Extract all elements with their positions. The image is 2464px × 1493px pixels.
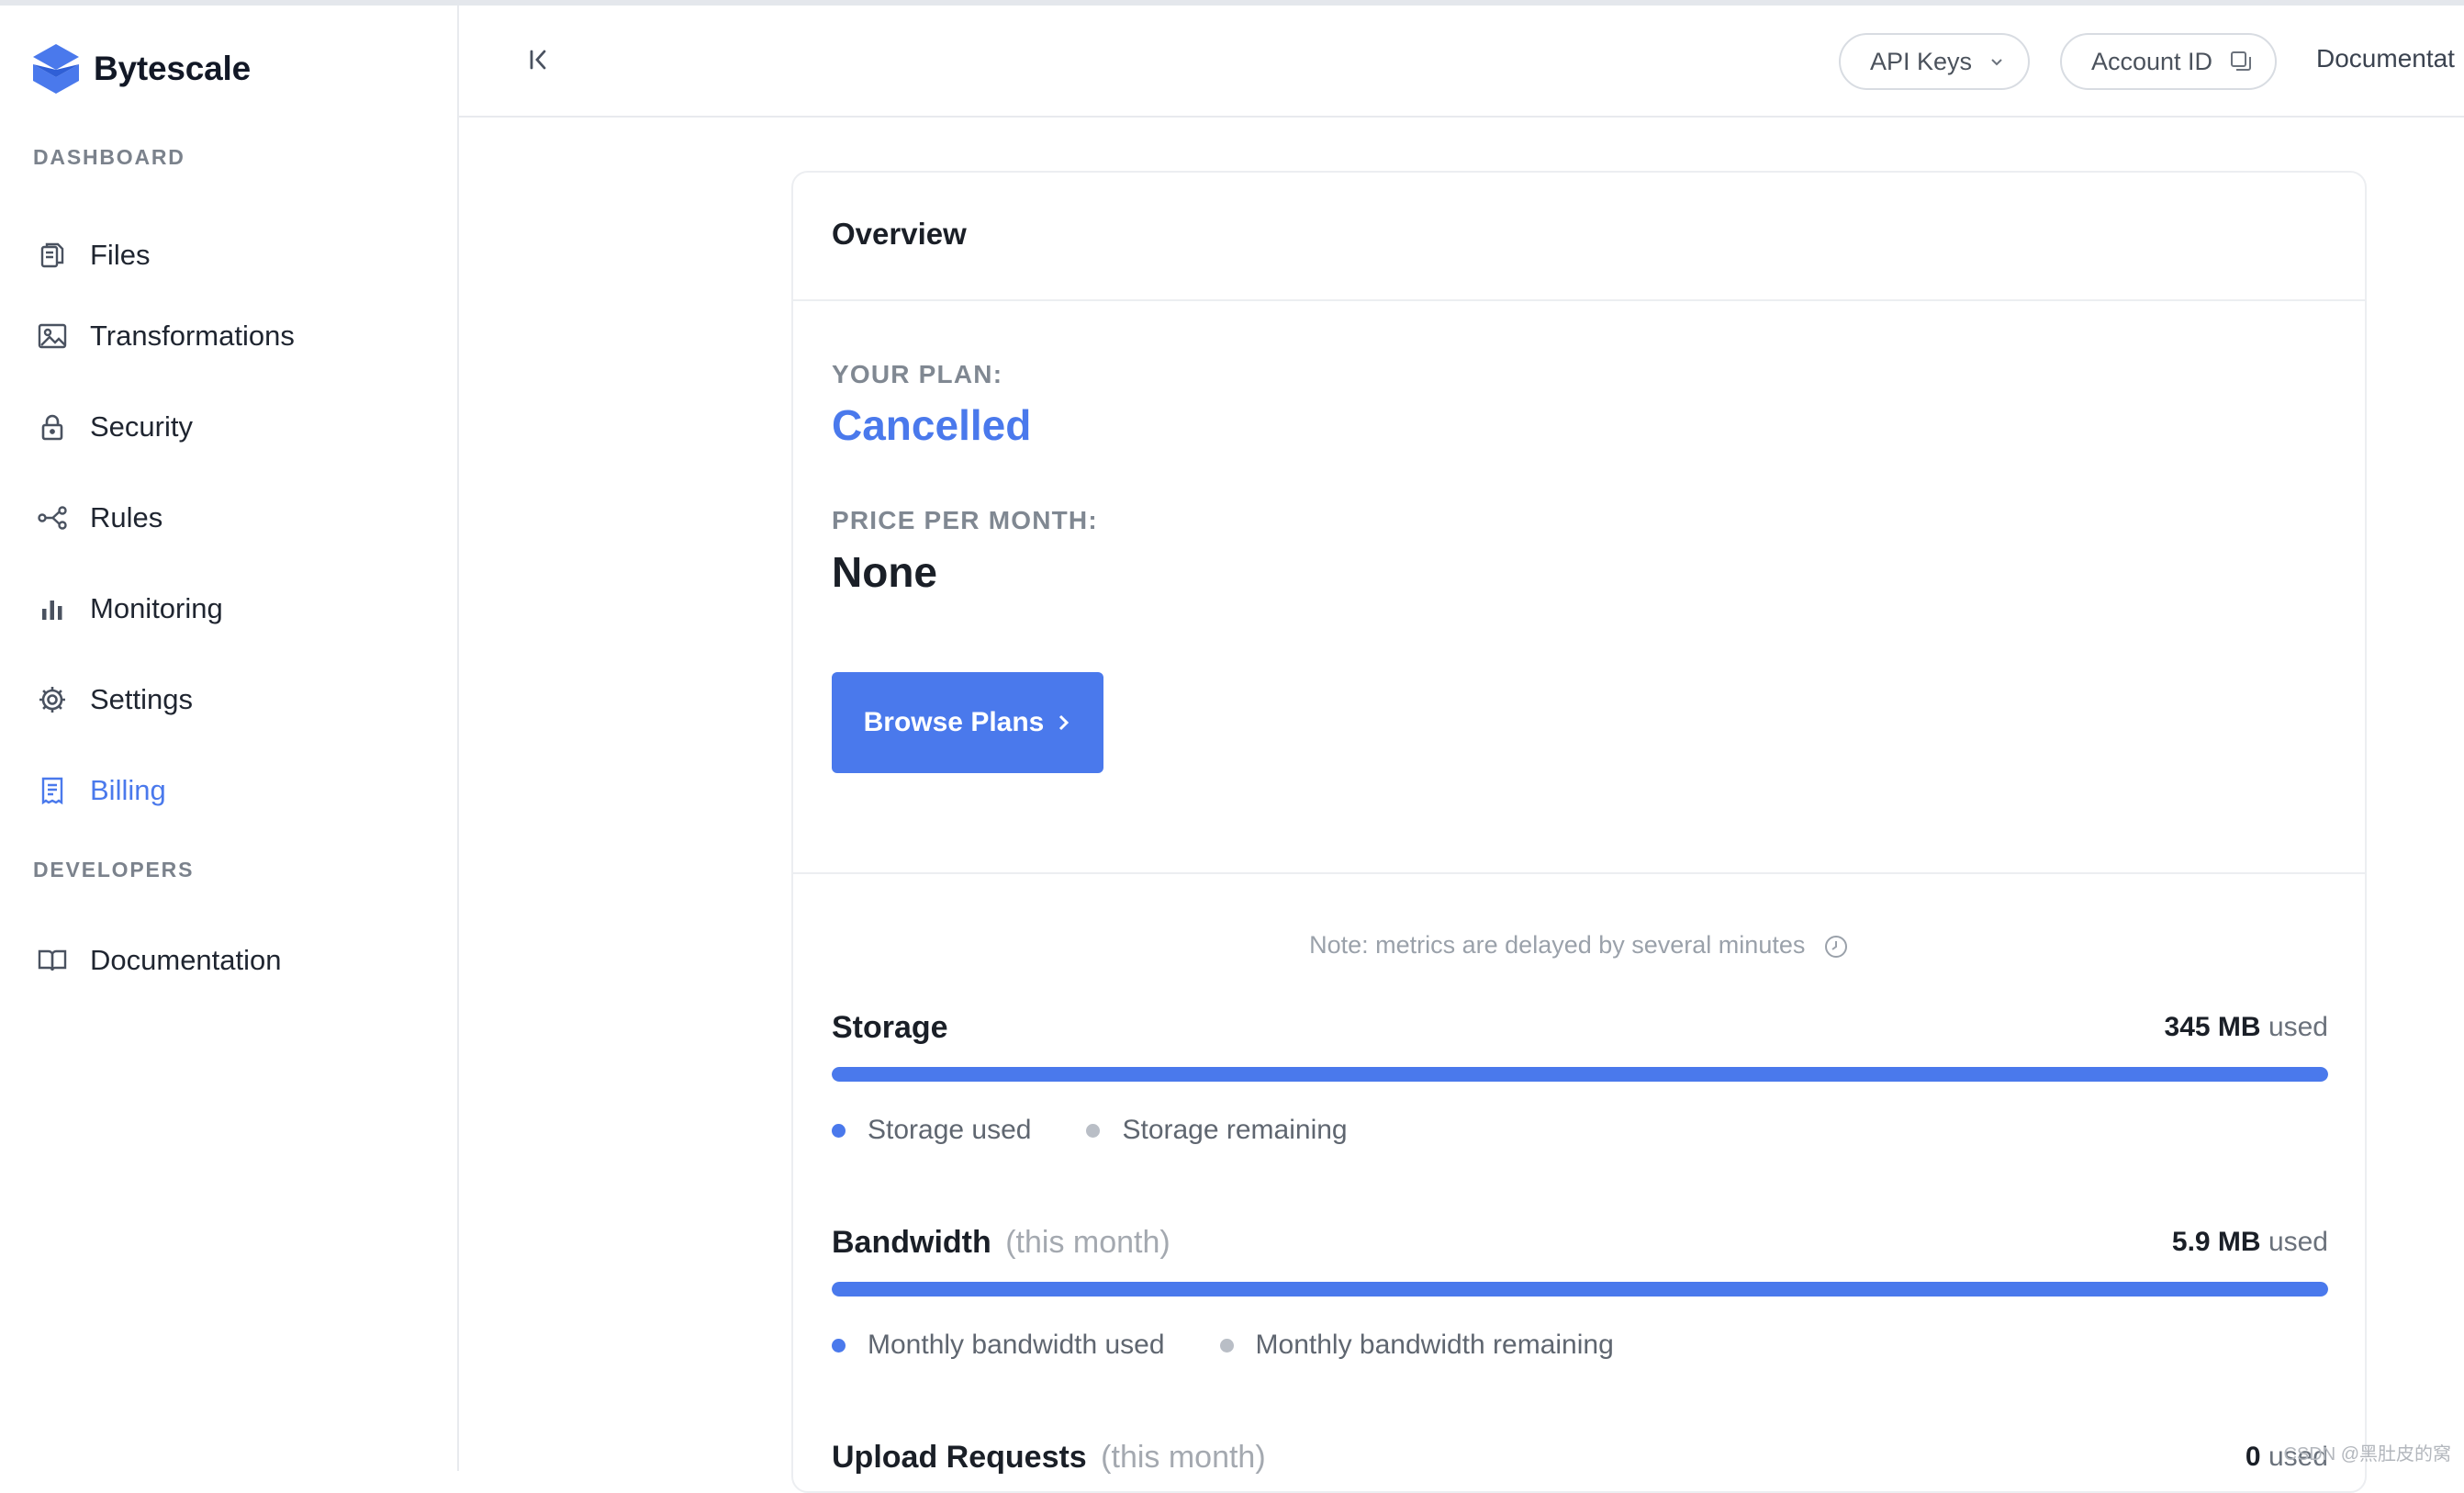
remaining-dot-icon — [1219, 1338, 1234, 1353]
copy-icon — [2231, 51, 2252, 71]
chevron-down-icon — [1991, 59, 2002, 66]
sidebar-item-files[interactable]: Files — [37, 228, 431, 283]
sidebar-item-label: Documentation — [90, 944, 282, 976]
metrics-note-text: Note: metrics are delayed by several min… — [1309, 931, 1806, 959]
api-keys-dropdown[interactable]: API Keys — [1839, 33, 2030, 90]
chevron-right-icon — [1059, 714, 1070, 731]
gear-icon — [37, 684, 68, 715]
price-label: PRICE PER MONTH: — [832, 506, 1098, 534]
brand-name: Bytescale — [94, 50, 251, 87]
bandwidth-legend: Monthly bandwidth used Monthly bandwidth… — [832, 1330, 1669, 1361]
account-id-button[interactable]: Account ID — [2060, 33, 2277, 90]
legend-label: Monthly bandwidth used — [868, 1330, 1165, 1360]
sidebar-item-monitoring[interactable]: Monitoring — [37, 581, 431, 636]
bandwidth-title: Bandwidth (this month) — [832, 1225, 1170, 1261]
storage-used-value: 345 MB — [2164, 1012, 2261, 1042]
storage-title: Storage — [832, 1010, 948, 1046]
receipt-icon — [37, 775, 68, 806]
bandwidth-progress-bar — [832, 1282, 2328, 1297]
legend-label: Storage remaining — [1122, 1115, 1348, 1145]
bandwidth-used-value: 5.9 MB — [2171, 1227, 2261, 1257]
remaining-dot-icon — [1086, 1123, 1101, 1138]
bandwidth-subtitle: (this month) — [1005, 1225, 1170, 1260]
browse-plans-label: Browse Plans — [863, 707, 1045, 737]
sidebar-item-label: Rules — [90, 501, 163, 533]
sidebar-item-label: Files — [90, 239, 151, 271]
sidebar-item-rules[interactable]: Rules — [37, 490, 431, 545]
bandwidth-used: 5.9 MB used — [2172, 1227, 2328, 1258]
sidebar-item-label: Settings — [90, 683, 194, 715]
legend-storage-remaining: Storage remaining — [1086, 1115, 1348, 1146]
card-title: Overview — [832, 217, 967, 251]
sidebar-item-settings[interactable]: Settings — [37, 672, 431, 727]
sidebar: Bytescale DASHBOARD Files Transformation… — [0, 6, 459, 1471]
storage-title-text: Storage — [832, 1010, 948, 1045]
legend-bandwidth-used: Monthly bandwidth used — [832, 1330, 1165, 1361]
section-developers-label: DEVELOPERS — [33, 858, 195, 881]
legend-label: Storage used — [868, 1115, 1032, 1145]
bandwidth-used-suffix: used — [2268, 1227, 2328, 1257]
api-keys-label: API Keys — [1870, 47, 1973, 75]
bandwidth-title-text: Bandwidth — [832, 1225, 991, 1260]
price-value: None — [832, 548, 937, 596]
brand-logo[interactable]: Bytescale — [31, 42, 251, 95]
legend-storage-used: Storage used — [832, 1115, 1031, 1146]
sidebar-item-label: Security — [90, 410, 193, 443]
section-dashboard-label: DASHBOARD — [33, 145, 185, 169]
sidebar-item-billing[interactable]: Billing — [37, 763, 431, 818]
sidebar-item-documentation[interactable]: Documentation — [37, 933, 431, 988]
storage-legend: Storage used Storage remaining — [832, 1115, 1403, 1146]
book-icon — [37, 945, 68, 976]
sidebar-item-security[interactable]: Security — [37, 399, 431, 455]
section-divider — [793, 872, 2365, 874]
metrics-note: Note: metrics are delayed by several min… — [793, 931, 2365, 960]
sidebar-item-transformations[interactable]: Transformations — [37, 309, 431, 364]
overview-card: Overview YOUR PLAN: Cancelled PRICE PER … — [791, 171, 2367, 1493]
storage-progress-bar — [832, 1067, 2328, 1082]
documentation-link[interactable]: Documentat — [2316, 44, 2455, 73]
storage-progress-fill — [832, 1067, 2328, 1082]
upload-requests-used-value: 0 — [2245, 1442, 2261, 1472]
sidebar-item-label: Transformations — [90, 320, 295, 352]
files-icon — [37, 240, 68, 271]
used-dot-icon — [832, 1123, 846, 1138]
lock-icon — [37, 411, 68, 443]
upload-requests-title: Upload Requests (this month) — [832, 1440, 1266, 1476]
collapse-sidebar-icon[interactable] — [523, 44, 554, 75]
top-bar: API Keys Account ID Documentat — [459, 6, 2464, 118]
clock-icon — [1824, 935, 1847, 958]
bar-chart-icon — [37, 593, 68, 624]
bytescale-logo-icon — [33, 44, 79, 94]
share-nodes-icon — [37, 502, 68, 533]
watermark: CSDN @黑肚皮的窝 — [2283, 1444, 2451, 1465]
image-icon — [37, 320, 68, 352]
sidebar-item-label: Billing — [90, 774, 166, 806]
plan-status: Cancelled — [832, 401, 1032, 449]
used-dot-icon — [832, 1338, 846, 1353]
upload-requests-subtitle: (this month) — [1101, 1440, 1266, 1475]
sidebar-item-label: Monitoring — [90, 592, 223, 624]
legend-bandwidth-remaining: Monthly bandwidth remaining — [1219, 1330, 1614, 1361]
storage-used-suffix: used — [2268, 1012, 2328, 1042]
legend-label: Monthly bandwidth remaining — [1255, 1330, 1614, 1360]
browse-plans-button[interactable]: Browse Plans — [832, 672, 1103, 773]
account-id-label: Account ID — [2091, 47, 2213, 75]
card-header: Overview — [793, 173, 2365, 301]
bandwidth-progress-fill — [832, 1282, 2328, 1297]
upload-requests-title-text: Upload Requests — [832, 1440, 1087, 1475]
plan-label: YOUR PLAN: — [832, 360, 1003, 388]
storage-used: 345 MB used — [2165, 1012, 2328, 1043]
